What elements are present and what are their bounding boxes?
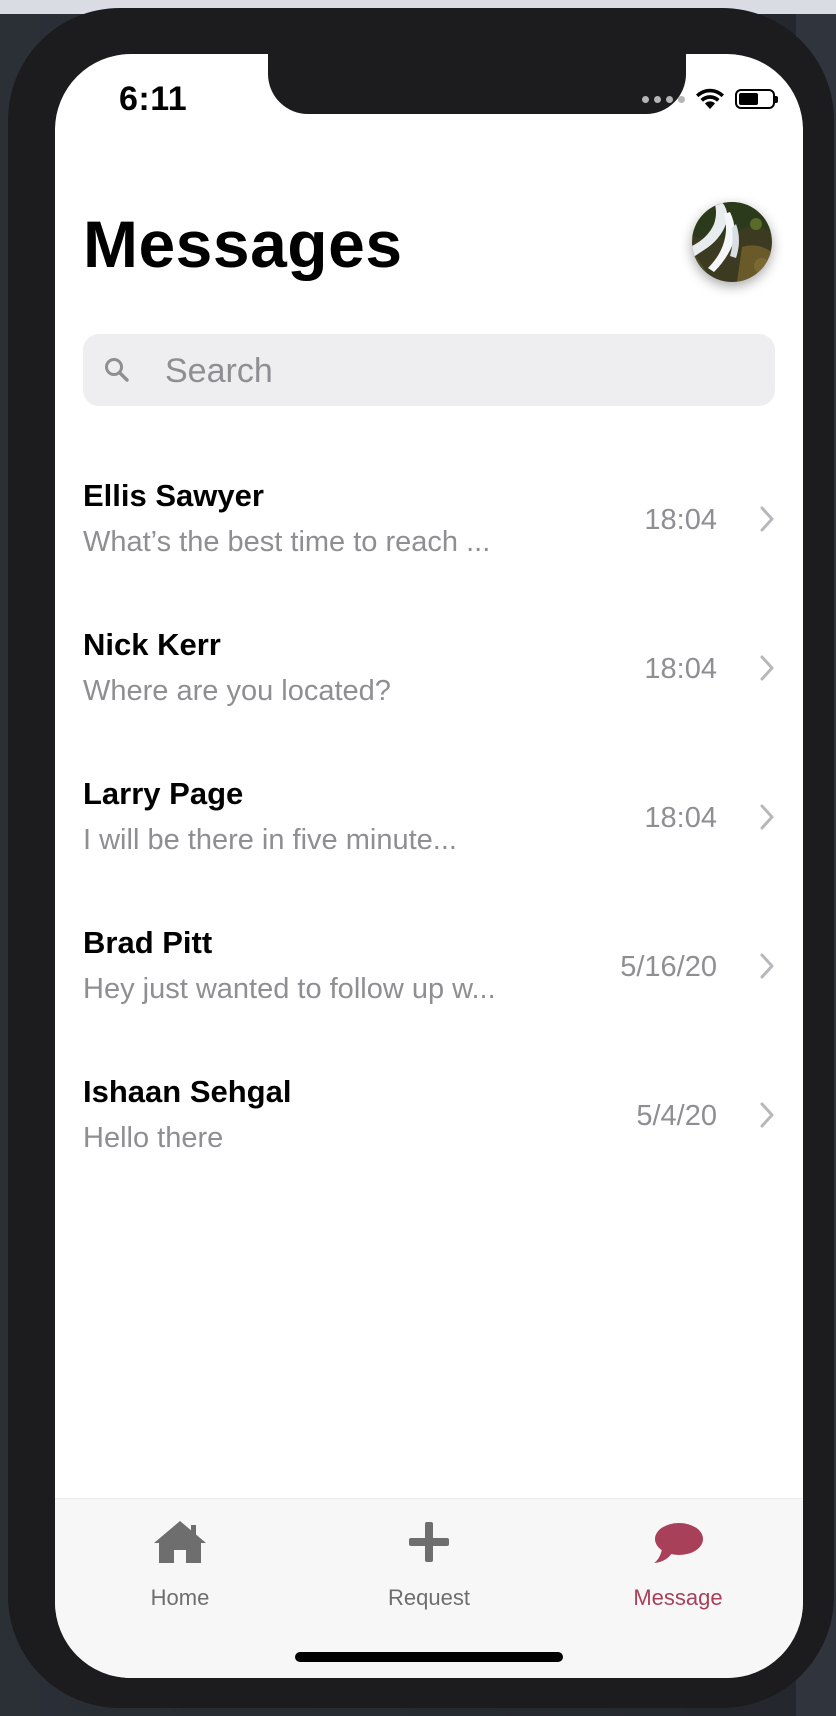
home-indicator[interactable] <box>295 1652 563 1662</box>
wifi-icon <box>696 88 724 109</box>
home-icon <box>154 1521 206 1563</box>
message-row[interactable]: Nick Kerr Where are you located? 18:04 <box>55 613 803 762</box>
tab-label: Request <box>388 1585 470 1610</box>
battery-icon <box>735 89 778 109</box>
avatar[interactable] <box>692 202 772 282</box>
chevron-right-icon <box>760 506 774 532</box>
message-list: Ellis Sawyer What’s the best time to rea… <box>55 464 803 1209</box>
page-title: Messages <box>83 207 403 281</box>
search-bar[interactable] <box>83 334 775 408</box>
tab-home[interactable]: Home <box>55 1499 305 1629</box>
plus-icon <box>409 1522 449 1562</box>
message-time: 18:04 <box>644 653 717 685</box>
message-sender: Larry Page <box>83 776 244 811</box>
message-time: 18:04 <box>644 802 717 834</box>
chevron-right-icon <box>760 953 774 979</box>
status-time: 6:11 <box>119 80 188 118</box>
message-time: 18:04 <box>644 504 717 536</box>
message-preview: Hey just wanted to follow up w... <box>83 973 496 1005</box>
chat-bubble-icon <box>654 1523 703 1563</box>
waterfall-photo-icon <box>692 202 772 282</box>
message-preview: I will be there in five minute... <box>83 824 457 856</box>
chevron-right-icon <box>760 804 774 830</box>
search-icon <box>105 358 129 382</box>
message-sender: Nick Kerr <box>83 627 221 662</box>
cellular-signal-icon <box>642 95 685 103</box>
tab-bar: Home Request Message <box>55 1498 803 1678</box>
chevron-right-icon <box>760 655 774 681</box>
tab-request[interactable]: Request <box>304 1499 554 1629</box>
chevron-right-icon <box>760 1102 774 1128</box>
message-row[interactable]: Ellis Sawyer What’s the best time to rea… <box>55 464 803 613</box>
tab-message[interactable]: Message <box>553 1499 803 1629</box>
message-row[interactable]: Larry Page I will be there in five minut… <box>55 762 803 911</box>
message-row[interactable]: Ishaan Sehgal Hello there 5/4/20 <box>55 1060 803 1209</box>
message-preview: Hello there <box>83 1122 224 1154</box>
tab-label: Home <box>150 1585 210 1610</box>
message-preview: What’s the best time to reach ... <box>83 526 491 558</box>
notch <box>268 54 686 114</box>
phone-screen: 6:11 Messages Search Ellis Sawyer What’s… <box>55 54 803 1678</box>
message-time: 5/4/20 <box>636 1100 717 1132</box>
message-sender: Ellis Sawyer <box>83 478 264 513</box>
tab-label: Message <box>633 1585 723 1610</box>
message-row[interactable]: Brad Pitt Hey just wanted to follow up w… <box>55 911 803 1060</box>
phone-frame: 6:11 Messages Search Ellis Sawyer What’s… <box>8 8 834 1708</box>
message-time: 5/16/20 <box>620 951 717 983</box>
status-icons <box>642 88 778 110</box>
message-sender: Ishaan Sehgal <box>83 1074 292 1109</box>
search-input[interactable] <box>163 334 747 408</box>
message-sender: Brad Pitt <box>83 925 213 960</box>
message-preview: Where are you located? <box>83 675 391 707</box>
